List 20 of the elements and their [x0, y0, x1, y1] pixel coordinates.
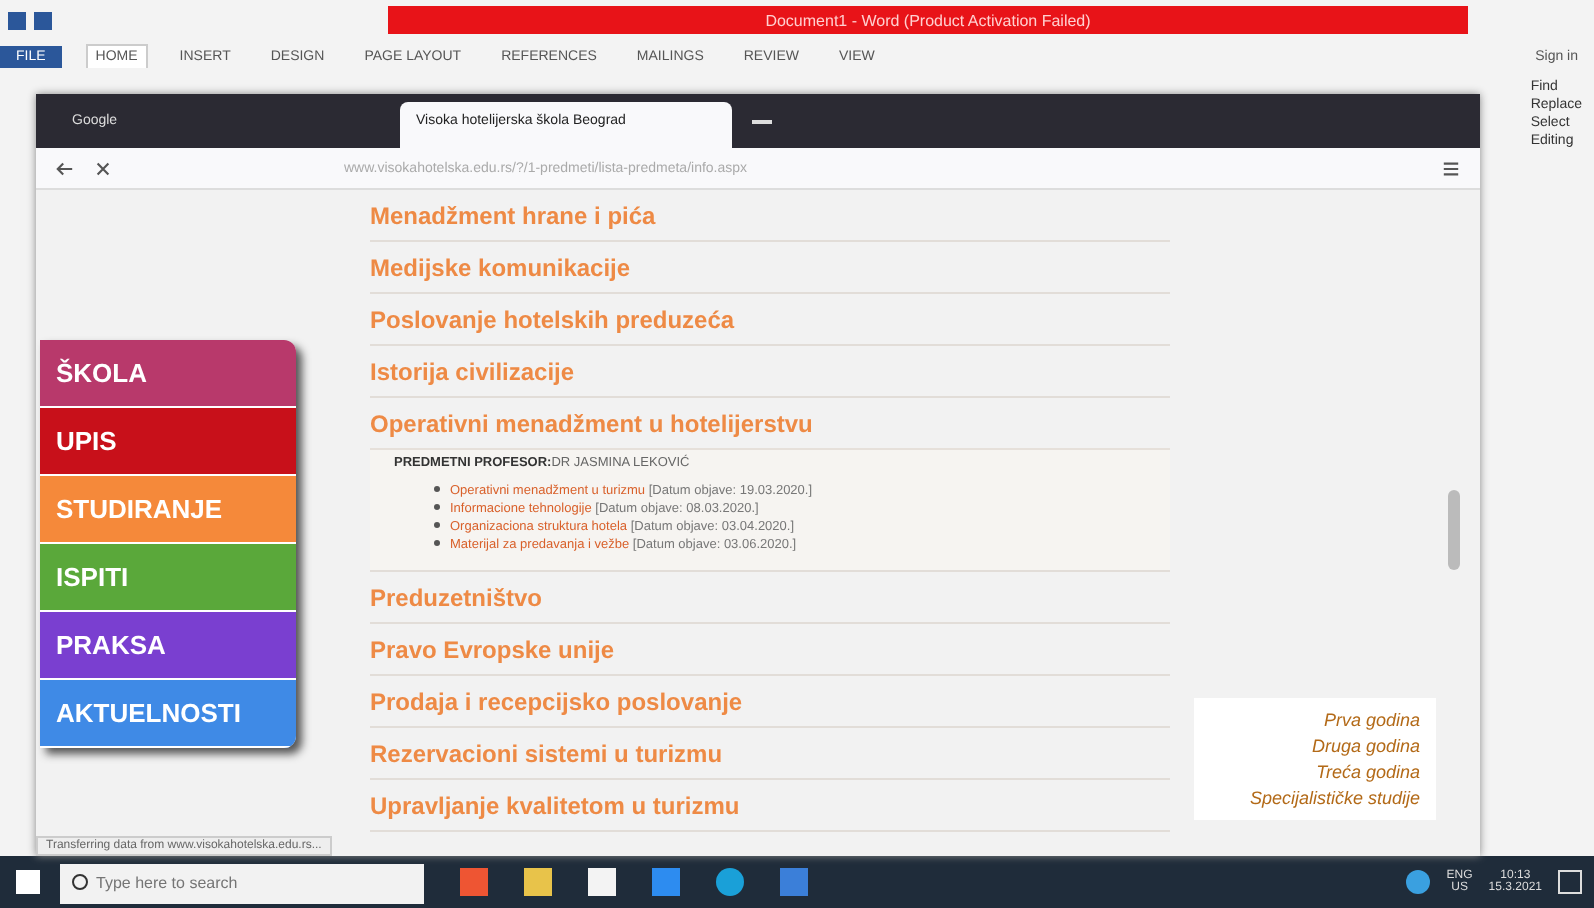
window-title: Document1 - Word (Product Activation Failed) [765, 11, 1091, 29]
close-icon[interactable] [94, 159, 112, 177]
notification-icon[interactable] [1558, 870, 1582, 894]
menu-item[interactable]: ISPITI [40, 544, 296, 612]
bullet-icon [434, 504, 440, 511]
search-field[interactable]: Type here to search [60, 863, 424, 903]
bullet-icon [434, 540, 440, 547]
menu-item[interactable]: UPIS [40, 408, 296, 476]
menu-icon[interactable] [1442, 159, 1460, 177]
menu-item[interactable]: PRAKSA [40, 612, 296, 680]
back-icon[interactable] [56, 159, 74, 177]
year-link[interactable]: Treća godina [1316, 762, 1420, 782]
bullet-icon [434, 522, 440, 529]
globe-icon[interactable] [1406, 870, 1431, 894]
menu-item[interactable]: ŠKOLA [40, 340, 296, 408]
year-link[interactable]: Prva godina [1323, 710, 1420, 730]
year-link[interactable]: Specijalističke studije [1249, 788, 1420, 808]
menu-item[interactable]: AKTUELNOSTI [40, 680, 296, 748]
bullet-icon [434, 486, 440, 493]
year-link[interactable]: Druga godina [1311, 736, 1420, 756]
